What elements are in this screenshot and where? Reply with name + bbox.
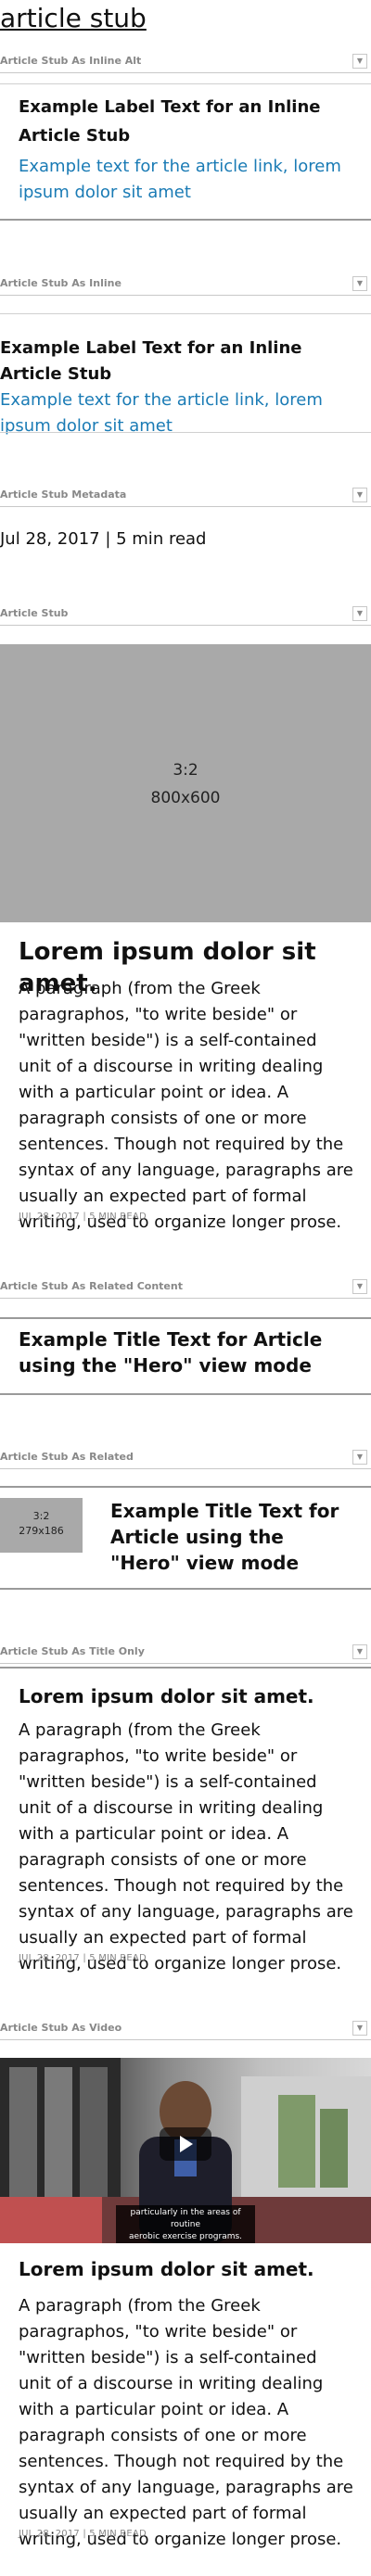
divider: [0, 1486, 371, 1488]
section-header-inline-alt: Article Stub As Inline Alt ▼: [0, 52, 371, 73]
article-title[interactable]: Lorem ipsum dolor sit amet.: [19, 2256, 362, 2282]
section-header-inline: Article Stub As Inline ▼: [0, 274, 371, 296]
caption-line: aerobic exercise programs.: [128, 2232, 243, 2241]
section-heading: Article Stub As Video: [0, 2022, 122, 2034]
play-icon: [180, 2136, 193, 2152]
article-body: A paragraph (from the Greek paragraphos,…: [19, 979, 353, 1232]
article-metadata: Jul 28, 2017 | 5 min read: [0, 529, 207, 549]
divider: [0, 83, 371, 84]
article-title[interactable]: Example Title Text for Article using the…: [110, 1498, 352, 1576]
article-meta: JUL 28, 2017 | 5 MIN READ: [19, 1953, 147, 1963]
chevron-down-icon[interactable]: ▼: [352, 1644, 367, 1659]
article-meta: JUL 28, 2017 | 5 MIN READ: [19, 2529, 147, 2539]
section-header-article-stub: Article Stub ▼: [0, 604, 371, 626]
chevron-down-icon[interactable]: ▼: [352, 276, 367, 291]
section-heading: Article Stub As Inline Alt: [0, 55, 142, 67]
article-meta: JUL 28, 2017 | 5 MIN READ: [19, 1212, 147, 1222]
section-header-metadata: Article Stub Metadata ▼: [0, 486, 371, 507]
section-heading: Article Stub As Inline: [0, 277, 122, 289]
video-player[interactable]: particularly in the areas of routine aer…: [0, 2058, 371, 2243]
page-title: article stub: [0, 3, 147, 33]
divider: [0, 313, 371, 314]
divider: [0, 432, 371, 433]
article-image[interactable]: 3:2 800x600: [0, 644, 371, 922]
section-heading: Article Stub As Related: [0, 1451, 134, 1463]
related-thumbnail[interactable]: 3:2 279x186: [0, 1498, 83, 1553]
section-header-related: Article Stub As Related ▼: [0, 1448, 371, 1469]
article-stub-inline-alt[interactable]: Example Label Text for an Inline Article…: [19, 93, 343, 206]
caption-line: particularly in the areas of routine: [130, 2208, 241, 2229]
chevron-down-icon[interactable]: ▼: [352, 606, 367, 621]
image-ratio-label: 3:2: [32, 1510, 50, 1522]
section-heading: Article Stub: [0, 607, 69, 619]
chevron-down-icon[interactable]: ▼: [352, 2021, 367, 2036]
divider: [0, 219, 371, 221]
video-caption: particularly in the areas of routine aer…: [116, 2205, 255, 2243]
divider: [0, 1317, 371, 1319]
chevron-down-icon[interactable]: ▼: [352, 488, 367, 502]
article-body: A paragraph (from the Greek paragraphos,…: [19, 2296, 353, 2549]
divider: [0, 1393, 371, 1395]
section-heading: Article Stub As Title Only: [0, 1645, 145, 1657]
image-size-label: 279x186: [19, 1525, 64, 1537]
divider: [0, 1588, 371, 1590]
section-header-video: Article Stub As Video ▼: [0, 2019, 371, 2040]
section-header-title-only: Article Stub As Title Only ▼: [0, 1643, 371, 1664]
article-link[interactable]: Example text for the article link, lorem…: [19, 154, 343, 206]
article-stub-inline[interactable]: Example Label Text for an Inline Article…: [0, 336, 362, 439]
chevron-down-icon[interactable]: ▼: [352, 1450, 367, 1465]
section-heading: Article Stub As Related Content: [0, 1280, 183, 1292]
chevron-down-icon[interactable]: ▼: [352, 1279, 367, 1294]
play-button[interactable]: [160, 2127, 211, 2161]
section-header-related-content: Article Stub As Related Content ▼: [0, 1277, 371, 1299]
article-body: A paragraph (from the Greek paragraphos,…: [19, 1720, 353, 1973]
image-size-label: 800x600: [150, 789, 221, 807]
article-title[interactable]: Example Title Text for Article using the…: [19, 1326, 352, 1378]
chevron-down-icon[interactable]: ▼: [352, 54, 367, 69]
article-label: Example Label Text for an Inline Article…: [19, 97, 321, 146]
article-title[interactable]: Lorem ipsum dolor sit amet.: [19, 1683, 362, 1709]
image-ratio-label: 3:2: [173, 761, 198, 780]
article-label: Example Label Text for an Inline Article…: [0, 338, 302, 384]
section-heading: Article Stub Metadata: [0, 489, 127, 501]
divider: [0, 1667, 371, 1669]
